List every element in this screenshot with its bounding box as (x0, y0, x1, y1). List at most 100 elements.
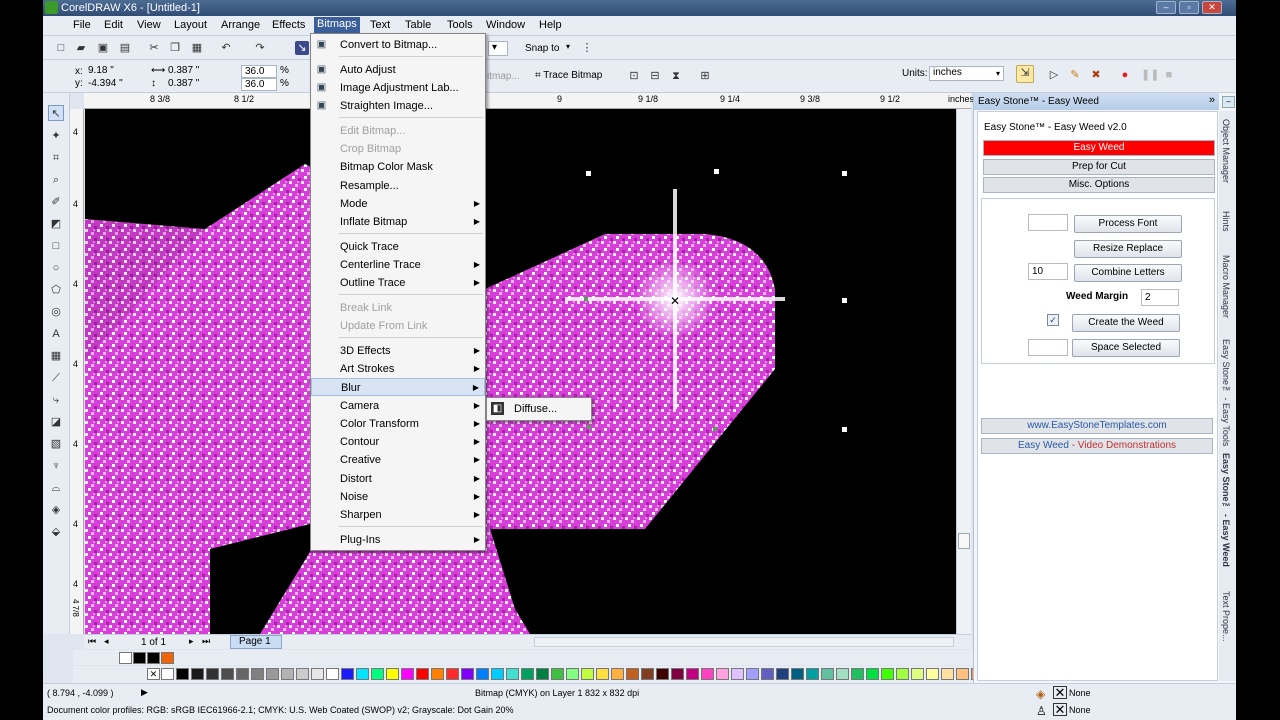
polygon-tool-icon[interactable]: ⬠ (48, 282, 64, 298)
palette-swatch[interactable] (551, 668, 564, 680)
edit-bitmap-button[interactable]: itmap... (487, 71, 520, 82)
drawing-canvas[interactable]: ✕ (85, 109, 956, 634)
menu-item-straighten-image[interactable]: ▣ Straighten Image... (311, 97, 485, 115)
minimize-icon[interactable]: – (1156, 1, 1176, 14)
bitmap-tool-2-icon[interactable]: ⊟ (648, 69, 662, 83)
palette-swatch[interactable] (716, 668, 729, 680)
swatch-black-2[interactable] (147, 652, 160, 664)
palette-swatch[interactable] (356, 668, 369, 680)
misc-options-tab[interactable]: Misc. Options (983, 177, 1215, 193)
table-tool-icon[interactable]: ▦ (48, 348, 64, 364)
menu-item-camera[interactable]: Camera ▶ (311, 397, 485, 415)
transparency-tool-icon[interactable]: ▧ (48, 436, 64, 452)
menu-help[interactable]: Help (539, 19, 562, 31)
smart-fill-icon[interactable]: ◩ (48, 216, 64, 232)
bitmap-tool-4-icon[interactable]: ⊞ (698, 69, 712, 83)
video-demos-link[interactable]: Easy Weed - Video Demonstrations (981, 438, 1213, 454)
resize-replace-button[interactable]: Resize Replace (1074, 240, 1182, 258)
zoom-tool-icon[interactable]: ⌕ (48, 172, 64, 188)
scale-y-field[interactable]: 36.0 (241, 78, 277, 91)
shape-tool-icon[interactable]: ✦ (48, 128, 64, 144)
menu-item-quick-trace[interactable]: Quick Trace (311, 238, 485, 256)
menu-item-noise[interactable]: Noise ▶ (311, 488, 485, 506)
scroll-thumb[interactable] (958, 533, 970, 549)
snap-to-label[interactable]: Snap to (525, 43, 559, 54)
connector-tool-icon[interactable]: ⤷ (48, 392, 64, 408)
options-icon[interactable]: ⋮ (580, 41, 594, 55)
menu-item-auto-adjust[interactable]: ▣ Auto Adjust (311, 61, 485, 79)
space-selected-input[interactable] (1028, 339, 1068, 356)
menu-item-color-transform[interactable]: Color Transform ▶ (311, 415, 485, 433)
palette-swatch[interactable] (611, 668, 624, 680)
first-page-icon[interactable]: ⏮ (88, 636, 96, 647)
menu-table[interactable]: Table (405, 19, 431, 31)
prev-page-icon[interactable]: ◂ (104, 636, 109, 647)
menu-item-resample[interactable]: Resample... (311, 177, 485, 195)
docker-minimize-icon[interactable]: – (1222, 96, 1235, 108)
save-icon[interactable]: ▣ (96, 41, 110, 55)
vertical-scrollbar[interactable] (956, 109, 971, 634)
palette-swatch[interactable] (266, 668, 279, 680)
scale-x-field[interactable]: 36.0 (241, 65, 277, 78)
palette-swatch[interactable] (386, 668, 399, 680)
horizontal-scrollbar[interactable] (534, 637, 954, 647)
pick-tool-icon[interactable]: ↖ (48, 105, 64, 121)
palette-swatch[interactable] (686, 668, 699, 680)
play-macro-icon[interactable]: ▷ (1047, 68, 1061, 82)
palette-swatch[interactable] (761, 668, 774, 680)
palette-swatch[interactable] (926, 668, 939, 680)
palette-swatch[interactable] (671, 668, 684, 680)
macro-icon[interactable]: ✎ (1068, 68, 1082, 82)
palette-swatch[interactable] (701, 668, 714, 680)
palette-swatch[interactable] (791, 668, 804, 680)
record-icon[interactable]: ● (1118, 68, 1132, 82)
palette-swatch[interactable] (866, 668, 879, 680)
outline-tool-icon[interactable]: ⌓ (48, 480, 64, 496)
menu-layout[interactable]: Layout (174, 19, 207, 31)
tab-text-properties[interactable]: Text Prope... (1221, 591, 1231, 642)
palette-swatch[interactable] (311, 668, 324, 680)
space-selected-button[interactable]: Space Selected (1072, 339, 1180, 357)
new-document-icon[interactable]: □ (54, 41, 68, 55)
palette-swatch[interactable] (596, 668, 609, 680)
import-icon[interactable]: ↘ (295, 41, 309, 55)
width-field[interactable]: 0.387 " (165, 65, 235, 78)
palette-swatch[interactable] (431, 668, 444, 680)
palette-swatch[interactable] (641, 668, 654, 680)
swatch-orange[interactable] (161, 652, 174, 664)
palette-swatch[interactable] (281, 668, 294, 680)
palette-swatch[interactable] (656, 668, 669, 680)
palette-swatch[interactable] (206, 668, 219, 680)
trace-bitmap-button[interactable]: ⌗ Trace Bitmap (535, 70, 602, 81)
menu-file[interactable]: File (73, 19, 91, 31)
palette-swatch[interactable] (626, 668, 639, 680)
bitmap-tool-3-icon[interactable]: ⧗ (669, 69, 683, 83)
undo-icon[interactable]: ↶ (219, 41, 233, 55)
height-field[interactable]: 0.387 " (165, 78, 235, 91)
palette-swatch[interactable] (176, 668, 189, 680)
y-position-field[interactable]: -4.394 " (85, 78, 145, 91)
palette-swatch[interactable] (461, 668, 474, 680)
prep-for-cut-tab[interactable]: Prep for Cut (983, 159, 1215, 175)
palette-swatch[interactable] (521, 668, 534, 680)
create-weed-button[interactable]: Create the Weed (1072, 314, 1180, 332)
menu-item-centerline-trace[interactable]: Centerline Trace ▶ (311, 256, 485, 274)
x-position-field[interactable]: 9.18 " (85, 65, 145, 78)
palette-swatch[interactable] (746, 668, 759, 680)
menu-item-sharpen[interactable]: Sharpen ▶ (311, 506, 485, 524)
stop-macro-icon[interactable]: ✖ (1089, 68, 1103, 82)
menu-item-art-strokes[interactable]: Art Strokes ▶ (311, 360, 485, 378)
menu-item-outline-trace[interactable]: Outline Trace ▶ (311, 274, 485, 292)
process-font-input[interactable] (1028, 214, 1068, 231)
palette-swatch[interactable] (566, 668, 579, 680)
menu-view[interactable]: View (137, 19, 161, 31)
palette-swatch[interactable] (236, 668, 249, 680)
zoom-dropdown-icon[interactable]: ▾ (488, 41, 508, 56)
menu-item-plug-ins[interactable]: Plug-Ins ▶ (311, 531, 485, 549)
weed-margin-input[interactable]: 2 (1141, 289, 1179, 306)
page-tab[interactable]: Page 1 (230, 635, 282, 649)
menu-arrange[interactable]: Arrange (221, 19, 260, 31)
nudge-icon[interactable]: ⇲ (1016, 65, 1034, 83)
fill-tool-icon[interactable]: ◈ (48, 502, 64, 518)
menu-item-image-adjustment-lab[interactable]: ▣ Image Adjustment Lab... (311, 79, 485, 97)
